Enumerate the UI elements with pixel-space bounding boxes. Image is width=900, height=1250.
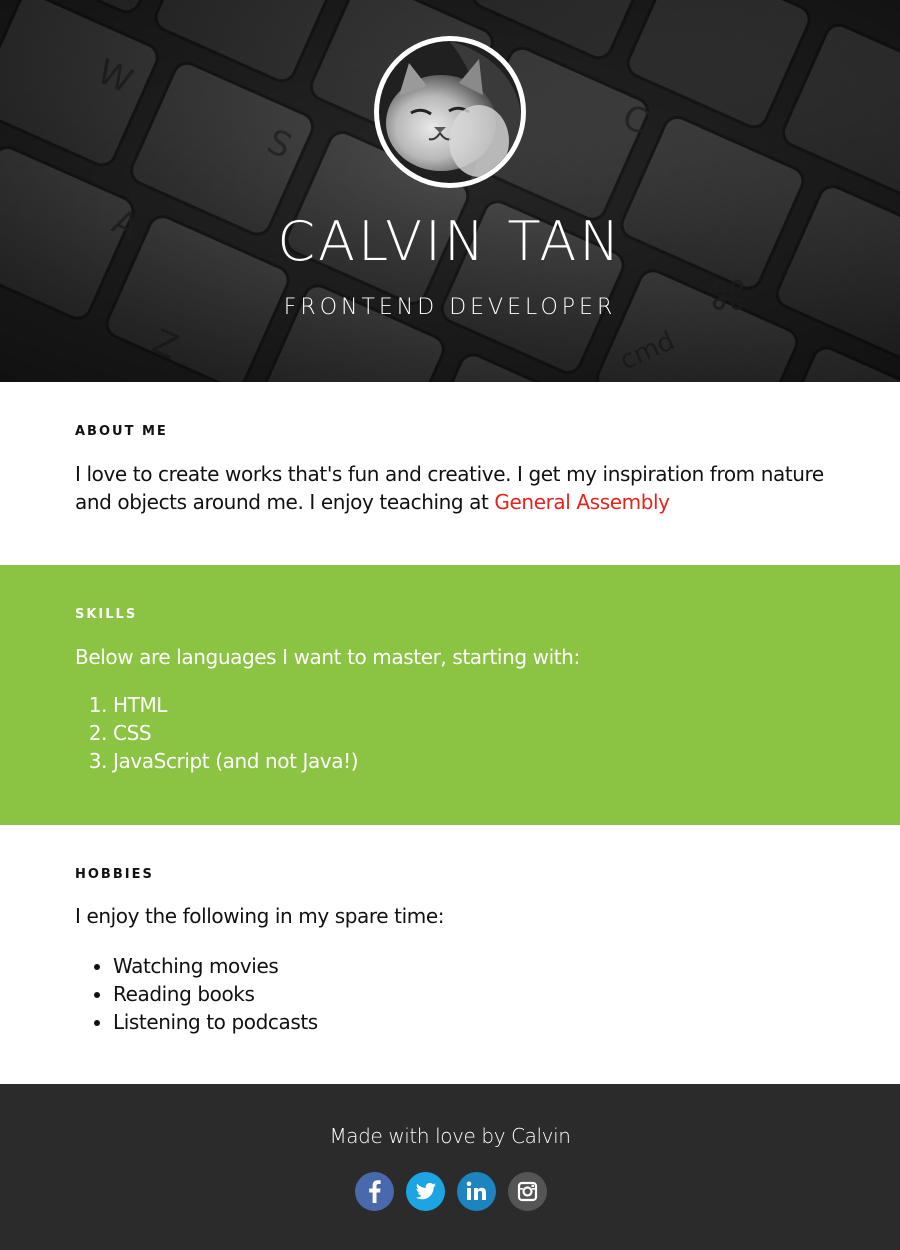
linkedin-button[interactable] <box>457 1172 496 1211</box>
hobbies-intro: I enjoy the following in my spare time: <box>75 904 445 928</box>
list-item: JavaScript (and not Java!) <box>113 747 359 775</box>
facebook-icon <box>369 1180 381 1203</box>
skills-list: HTML CSS JavaScript (and not Java!) <box>75 691 359 775</box>
hobbies-list: Watching movies Reading books Listening … <box>75 952 318 1036</box>
about-heading: ABOUT ME <box>75 424 168 439</box>
skills-heading: SKILLS <box>75 607 138 622</box>
avatar <box>374 36 526 188</box>
skills-intro: Below are languages I want to master, st… <box>75 645 580 669</box>
footer-credit: Made with love by Calvin <box>329 1124 571 1148</box>
about-section: ABOUT ME I love to create works that's f… <box>0 382 900 565</box>
hobbies-heading: HOBBIES <box>75 867 154 882</box>
twitter-button[interactable] <box>406 1172 445 1211</box>
general-assembly-link[interactable]: General Assembly <box>494 490 670 514</box>
facebook-button[interactable] <box>355 1172 394 1211</box>
hero-header: W S A C Z cmd ⌘ <box>0 0 900 382</box>
hobbies-section: HOBBIES I enjoy the following in my spar… <box>0 825 900 1084</box>
cat-avatar-icon <box>379 41 521 183</box>
linkedin-icon <box>466 1181 486 1200</box>
list-item: CSS <box>113 719 358 747</box>
skills-section: SKILLS Below are languages I want to mas… <box>0 565 900 825</box>
list-item: Watching movies <box>113 952 318 980</box>
social-links <box>355 1172 547 1211</box>
about-body: I love to create works that's fun and cr… <box>75 462 824 514</box>
job-title: FRONTEND DEVELOPER <box>283 295 617 320</box>
list-item: Reading books <box>113 980 318 1008</box>
page-footer: Made with love by Calvin <box>0 1084 900 1250</box>
twitter-icon <box>415 1182 436 1200</box>
instagram-button[interactable] <box>508 1172 547 1211</box>
list-item: HTML <box>113 691 358 719</box>
page-title: CALVIN TAN <box>277 210 623 273</box>
about-text: I love to create works that's fun and cr… <box>75 460 835 516</box>
instagram-icon <box>517 1181 538 1202</box>
list-item: Listening to podcasts <box>113 1008 318 1036</box>
